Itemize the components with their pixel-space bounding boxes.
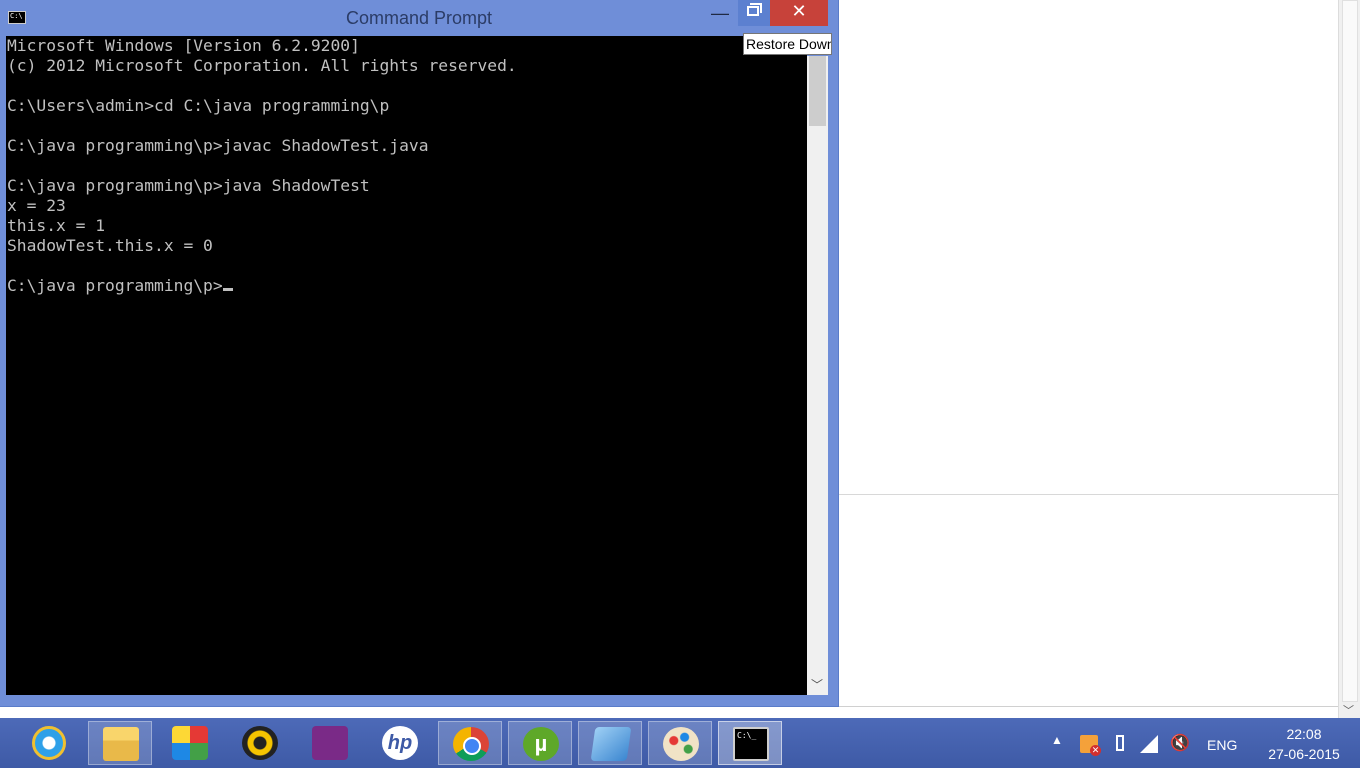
background-window <box>832 0 1353 495</box>
console-prompt-line[interactable]: C:\java programming\p> <box>6 276 807 296</box>
close-button[interactable]: ✕ <box>770 0 828 26</box>
taskbar-item-utorrent[interactable]: µ <box>508 721 572 765</box>
file-explorer-icon <box>103 727 139 761</box>
chrome-icon <box>453 727 489 761</box>
clock[interactable]: 22:08 27-06-2015 <box>1268 724 1340 764</box>
command-prompt-window: C:\ Command Prompt — ✕ Microsoft Windows… <box>0 0 838 706</box>
show-hidden-icons-button[interactable]: ▲ <box>1051 733 1063 747</box>
taskbar-item-internet-explorer[interactable] <box>18 721 82 765</box>
minimize-button[interactable]: — <box>706 4 734 30</box>
taskbar-item-webcam-app[interactable] <box>228 721 292 765</box>
restore-down-tooltip: Restore Down <box>743 33 832 55</box>
console-line: C:\Users\admin>cd C:\java programming\p <box>7 96 390 115</box>
hp-icon: hp <box>382 726 418 760</box>
paint-icon <box>663 727 699 761</box>
title-bar[interactable]: C:\ Command Prompt — ✕ <box>0 0 838 36</box>
taskbar-item-wireless-display[interactable] <box>298 721 362 765</box>
console-prompt: C:\java programming\p> <box>7 276 223 295</box>
console-line: C:\java programming\p>java ShadowTest <box>7 176 370 195</box>
scroll-down-arrow-icon[interactable]: ﹀ <box>1343 702 1354 718</box>
taskbar-item-chrome[interactable] <box>438 721 502 765</box>
console-scrollbar[interactable]: ﹀ <box>807 56 828 695</box>
console-line: C:\java programming\p>javac ShadowTest.j… <box>7 136 429 155</box>
console-line: ShadowTest.this.x = 0 <box>7 236 213 255</box>
volume-muted-icon[interactable]: 🔇 <box>1170 735 1190 753</box>
console-line: Microsoft Windows [Version 6.2.9200] <box>7 36 360 55</box>
input-language-indicator[interactable]: ENG <box>1207 737 1237 753</box>
utorrent-icon: µ <box>523 727 559 761</box>
text-cursor <box>222 288 233 291</box>
webcam-app-icon <box>242 726 278 760</box>
console-line: (c) 2012 Microsoft Corporation. All righ… <box>7 56 517 75</box>
command-prompt-icon: C:\_ <box>733 727 769 761</box>
clock-time: 22:08 <box>1286 726 1322 742</box>
internet-explorer-icon <box>32 726 66 760</box>
restore-icon <box>747 6 759 16</box>
console-line: x = 23 <box>7 196 66 215</box>
console-output[interactable]: Microsoft Windows [Version 6.2.9200] (c)… <box>6 36 807 695</box>
battery-icon[interactable] <box>1116 735 1124 751</box>
taskbar-item-notepad[interactable] <box>578 721 642 765</box>
puzzle-app-icon <box>172 726 208 760</box>
taskbar-item-command-prompt[interactable]: C:\_ <box>718 721 782 765</box>
taskbar-item-puzzle-app[interactable] <box>158 721 222 765</box>
taskbar-item-paint[interactable] <box>648 721 712 765</box>
wireless-display-icon <box>312 726 348 760</box>
notepad-icon <box>590 727 632 761</box>
background-scrollbar[interactable]: ﹀ <box>1338 0 1360 718</box>
console-scroll-thumb[interactable] <box>809 56 826 126</box>
scroll-down-arrow-icon[interactable]: ﹀ <box>811 676 823 693</box>
clock-date: 27-06-2015 <box>1268 746 1340 762</box>
restore-down-button[interactable] <box>738 0 770 26</box>
taskbar-item-file-explorer[interactable] <box>88 721 152 765</box>
taskbar-item-hp[interactable]: hp <box>368 721 432 765</box>
background-scroll-thumb[interactable] <box>1342 0 1358 702</box>
security-alert-icon[interactable] <box>1080 735 1101 756</box>
console-line: this.x = 1 <box>7 216 106 235</box>
